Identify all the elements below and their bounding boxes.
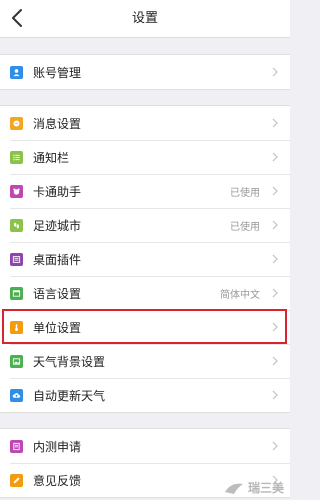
chevron-right-icon [272, 186, 278, 196]
list-icon [10, 150, 23, 164]
watermark: 瑞三美 [223, 479, 284, 496]
setting-notification-bar[interactable]: 通知栏 [0, 140, 290, 174]
thermometer-icon [10, 320, 23, 334]
chevron-right-icon [272, 322, 278, 332]
settings-group-general: 消息设置 通知栏 卡通助手 已使用 足迹城市 已使用 桌面插件 语言设置 简体中… [0, 105, 290, 413]
setting-label: 自动更新天气 [33, 388, 106, 403]
setting-desktop-widget[interactable]: 桌面插件 [0, 242, 290, 276]
setting-message[interactable]: 消息设置 [0, 106, 290, 140]
setting-value: 简体中文 [220, 289, 260, 301]
beta-icon [10, 439, 23, 453]
watermark-logo-icon [224, 483, 243, 494]
chevron-right-icon [272, 441, 278, 451]
setting-label: 账号管理 [33, 65, 82, 80]
setting-cartoon-assistant[interactable]: 卡通助手 已使用 [0, 174, 290, 208]
page-title: 设置 [131, 11, 158, 26]
watermark-text: 瑞三美 [247, 481, 284, 495]
setting-label: 单位设置 [33, 320, 82, 335]
message-icon [10, 116, 23, 130]
setting-weather-background[interactable]: 天气背景设置 [0, 344, 290, 378]
language-icon [10, 286, 23, 300]
user-icon [10, 65, 23, 79]
setting-language[interactable]: 语言设置 简体中文 [0, 276, 290, 310]
picture-icon [10, 354, 23, 368]
settings-group-account: 账号管理 [0, 54, 290, 90]
cartoon-icon [10, 184, 23, 198]
setting-value: 已使用 [230, 221, 260, 233]
setting-label: 通知栏 [33, 150, 70, 165]
setting-label: 足迹城市 [33, 218, 82, 233]
chevron-right-icon [272, 288, 278, 298]
setting-label: 消息设置 [33, 116, 82, 131]
chevron-right-icon [272, 390, 278, 400]
chevron-right-icon [272, 254, 278, 264]
setting-label: 内测申请 [33, 439, 82, 454]
nav-bar: 设置 [0, 0, 290, 38]
cloud-update-icon [10, 388, 23, 402]
chevron-right-icon [272, 118, 278, 128]
setting-footprint-city[interactable]: 足迹城市 已使用 [0, 208, 290, 242]
setting-label: 桌面插件 [33, 252, 82, 267]
setting-auto-update-weather[interactable]: 自动更新天气 [0, 378, 290, 412]
chevron-right-icon [272, 67, 278, 77]
setting-unit[interactable]: 单位设置 [0, 310, 290, 344]
setting-label: 语言设置 [33, 286, 82, 301]
chevron-right-icon [272, 356, 278, 366]
feedback-icon [10, 473, 23, 487]
widget-icon [10, 252, 23, 266]
chevron-right-icon [272, 220, 278, 230]
footprint-icon [10, 218, 23, 232]
setting-beta-apply[interactable]: 内测申请 [0, 429, 290, 463]
setting-label: 卡通助手 [33, 184, 82, 199]
setting-account-management[interactable]: 账号管理 [0, 55, 290, 89]
setting-label: 天气背景设置 [33, 354, 106, 369]
chevron-right-icon [272, 152, 278, 162]
setting-value: 已使用 [230, 187, 260, 199]
